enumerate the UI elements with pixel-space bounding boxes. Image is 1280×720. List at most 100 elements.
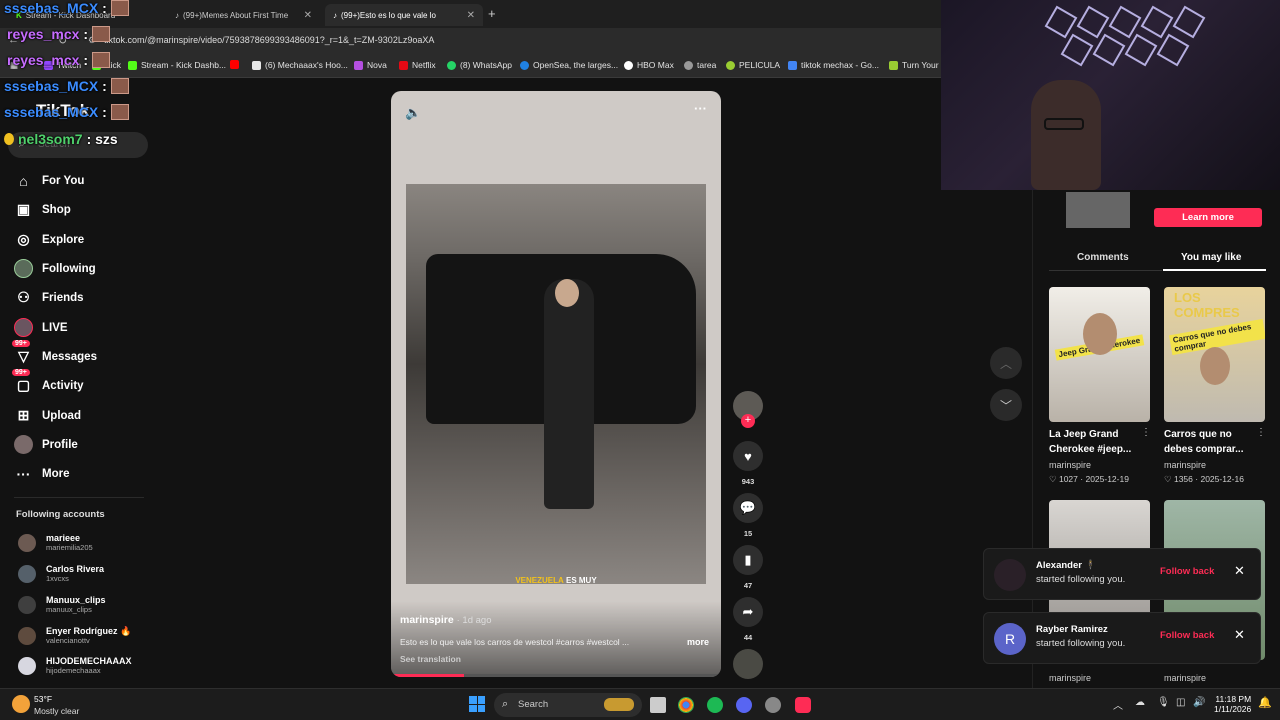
- volume-icon[interactable]: 🔈: [405, 105, 421, 121]
- card-author[interactable]: marinspire: [1049, 460, 1091, 470]
- chat-message: nel3som7: szs: [4, 131, 118, 147]
- bookmark-tiktok-mechax[interactable]: tiktok mechax - Go...: [788, 60, 879, 70]
- network-icon[interactable]: ◫: [1176, 697, 1185, 708]
- tab-comments[interactable]: Comments: [1077, 252, 1129, 263]
- tab-tiktok-video[interactable]: ♪ (99+)Esto es lo que vale lo ✕: [325, 4, 483, 26]
- tab-you-may-like[interactable]: You may like: [1181, 252, 1241, 263]
- discord-icon[interactable]: [736, 697, 752, 713]
- windows-start-icon[interactable]: [469, 696, 485, 712]
- recommended-video-card[interactable]: Jeep Grand Cherokee: [1049, 287, 1150, 422]
- more-button[interactable]: more: [687, 637, 709, 647]
- nav-item-upload[interactable]: ⊞ Upload: [14, 406, 81, 425]
- tiktok-favicon-icon: ♪: [175, 10, 179, 20]
- comment-button[interactable]: 💬 15: [733, 493, 763, 538]
- following-account[interactable]: Enyer Rodríguez 🔥 valencianottv: [18, 626, 131, 645]
- close-tab-icon[interactable]: ✕: [467, 10, 475, 21]
- following-account[interactable]: Manuux_clips manuux_clips: [18, 595, 106, 614]
- nav-item-messages[interactable]: ▽ 99+ Messages: [12, 340, 97, 366]
- messages-badge: 99+: [12, 340, 30, 347]
- new-tab-button[interactable]: +: [488, 6, 496, 21]
- learn-more-button[interactable]: Learn more: [1154, 208, 1262, 227]
- save-button[interactable]: ▮ 47: [733, 545, 763, 590]
- bookmark-netflix[interactable]: Netflix: [399, 60, 436, 70]
- spotify-icon[interactable]: [707, 697, 723, 713]
- card-more-icon[interactable]: ⋮: [1256, 427, 1266, 438]
- glasses: [1044, 118, 1084, 130]
- follow-back-button[interactable]: Follow back: [1160, 566, 1214, 577]
- notification-bell-icon[interactable]: 🔔: [1258, 696, 1272, 709]
- more-options-icon[interactable]: ···: [694, 101, 707, 116]
- obs-icon[interactable]: [765, 697, 781, 713]
- url-input[interactable]: tiktok.com/@marinspire/video/75938786993…: [104, 35, 434, 45]
- chat-message: sssebas_MCX:: [4, 78, 129, 94]
- chrome-icon[interactable]: [678, 697, 694, 713]
- bookmark-kick-dashboard[interactable]: Stream - Kick Dashb...: [128, 60, 226, 70]
- nav-item-more[interactable]: ··· More: [14, 464, 70, 483]
- weather-desc[interactable]: Mostly clear: [34, 706, 79, 716]
- nav-item-friends[interactable]: ⚇ Friends: [14, 288, 83, 307]
- share-button[interactable]: ➦ 44: [733, 597, 763, 642]
- card-stats: ♡ 1027 · 2025-12-19: [1049, 474, 1129, 484]
- follow-back-button[interactable]: Follow back: [1160, 630, 1214, 641]
- see-translation-link[interactable]: See translation: [400, 654, 461, 664]
- tab-label: (99+)Esto es lo que vale lo: [341, 10, 436, 20]
- card-author[interactable]: marinspire: [1164, 460, 1206, 470]
- weather-temp[interactable]: 53°F: [34, 694, 52, 704]
- close-icon[interactable]: ✕: [1234, 563, 1245, 579]
- video-progress-bar[interactable]: [391, 674, 721, 677]
- following-account[interactable]: marieee mariemilia205: [18, 533, 93, 552]
- nav-item-live[interactable]: LIVE: [14, 318, 68, 337]
- video-player[interactable]: 🔈 ··· VENEZUELA ES MUY marinspire · 1d a…: [391, 91, 721, 677]
- previous-video-button[interactable]: ︿: [990, 347, 1022, 379]
- video-author[interactable]: marinspire · 1d ago: [400, 614, 492, 626]
- home-icon: ⌂: [19, 172, 28, 189]
- tiktok-app-icon[interactable]: [795, 697, 811, 713]
- bookmark-opensea[interactable]: OpenSea, the larges...: [520, 60, 618, 70]
- clock[interactable]: 11:18 PM 1/11/2026: [1214, 694, 1251, 714]
- weather-icon[interactable]: [12, 695, 30, 713]
- card-author[interactable]: marinspire: [1049, 673, 1091, 683]
- card-title[interactable]: La Jeep Grand Cherokee #jeep...: [1049, 427, 1144, 457]
- card-more-icon[interactable]: ⋮: [1141, 427, 1151, 438]
- bookmark-turn-your[interactable]: Turn Your S: [889, 60, 947, 70]
- upload-icon: ⊞: [17, 407, 30, 423]
- bookmark-whatsapp[interactable]: (8) WhatsApp: [447, 60, 512, 70]
- like-button[interactable]: ♥ 943: [733, 441, 763, 486]
- nav-item-explore[interactable]: ◎ Explore: [14, 230, 84, 249]
- bookmark-nova[interactable]: Nova: [354, 60, 387, 70]
- tray-chevron-icon[interactable]: ︿: [1113, 697, 1123, 712]
- onedrive-icon[interactable]: ☁: [1135, 697, 1145, 708]
- bookmark-youtube[interactable]: [230, 60, 239, 69]
- person-face: [1083, 313, 1117, 355]
- nav-item-for-you[interactable]: ⌂ For You: [14, 171, 84, 190]
- bookmark-pelicula[interactable]: PELICULA: [726, 60, 780, 70]
- volume-icon[interactable]: 🔊: [1193, 697, 1205, 708]
- avatar: [994, 559, 1026, 591]
- bookmark-tarea[interactable]: tarea: [684, 60, 716, 70]
- close-icon[interactable]: ✕: [1234, 627, 1245, 643]
- card-author[interactable]: marinspire: [1164, 673, 1206, 683]
- nav-item-following[interactable]: Following: [14, 259, 96, 278]
- bookmark-x-mechaaax[interactable]: (6) Mechaaax's Hoo...: [252, 60, 348, 70]
- netflix-icon: [399, 60, 408, 70]
- nav-item-activity[interactable]: ▢ 99+ Activity: [12, 369, 84, 395]
- explore-icon: ◎: [17, 231, 30, 247]
- webcam-overlay: [941, 0, 1280, 190]
- next-video-button[interactable]: ﹀: [990, 389, 1022, 421]
- follow-plus-icon[interactable]: +: [741, 414, 755, 428]
- author-avatar[interactable]: +: [733, 391, 763, 428]
- taskbar-search[interactable]: ⌕ Search: [494, 693, 642, 717]
- task-view-icon[interactable]: [650, 697, 666, 713]
- microphone-icon[interactable]: 🎙: [1157, 697, 1170, 708]
- tab-memes[interactable]: ♪ (99+)Memes About First Time ✕: [167, 4, 320, 26]
- nav-item-shop[interactable]: ▣ Shop: [14, 200, 71, 219]
- google-drive-icon: [788, 60, 797, 70]
- nav-item-profile[interactable]: Profile: [14, 435, 78, 454]
- close-tab-icon[interactable]: ✕: [304, 10, 312, 21]
- following-account[interactable]: HIJODEMECHAAAX hijodemechaaax: [18, 656, 132, 675]
- recommended-video-card[interactable]: LOS COMPRES Carros que no debes comprar: [1164, 287, 1265, 422]
- following-account[interactable]: Carlos Rivera 1xvcxs: [18, 564, 104, 583]
- bookmark-hbo-max[interactable]: HBO Max: [624, 60, 674, 70]
- sound-disc[interactable]: [733, 649, 763, 679]
- card-title[interactable]: Carros que no debes comprar...: [1164, 427, 1259, 457]
